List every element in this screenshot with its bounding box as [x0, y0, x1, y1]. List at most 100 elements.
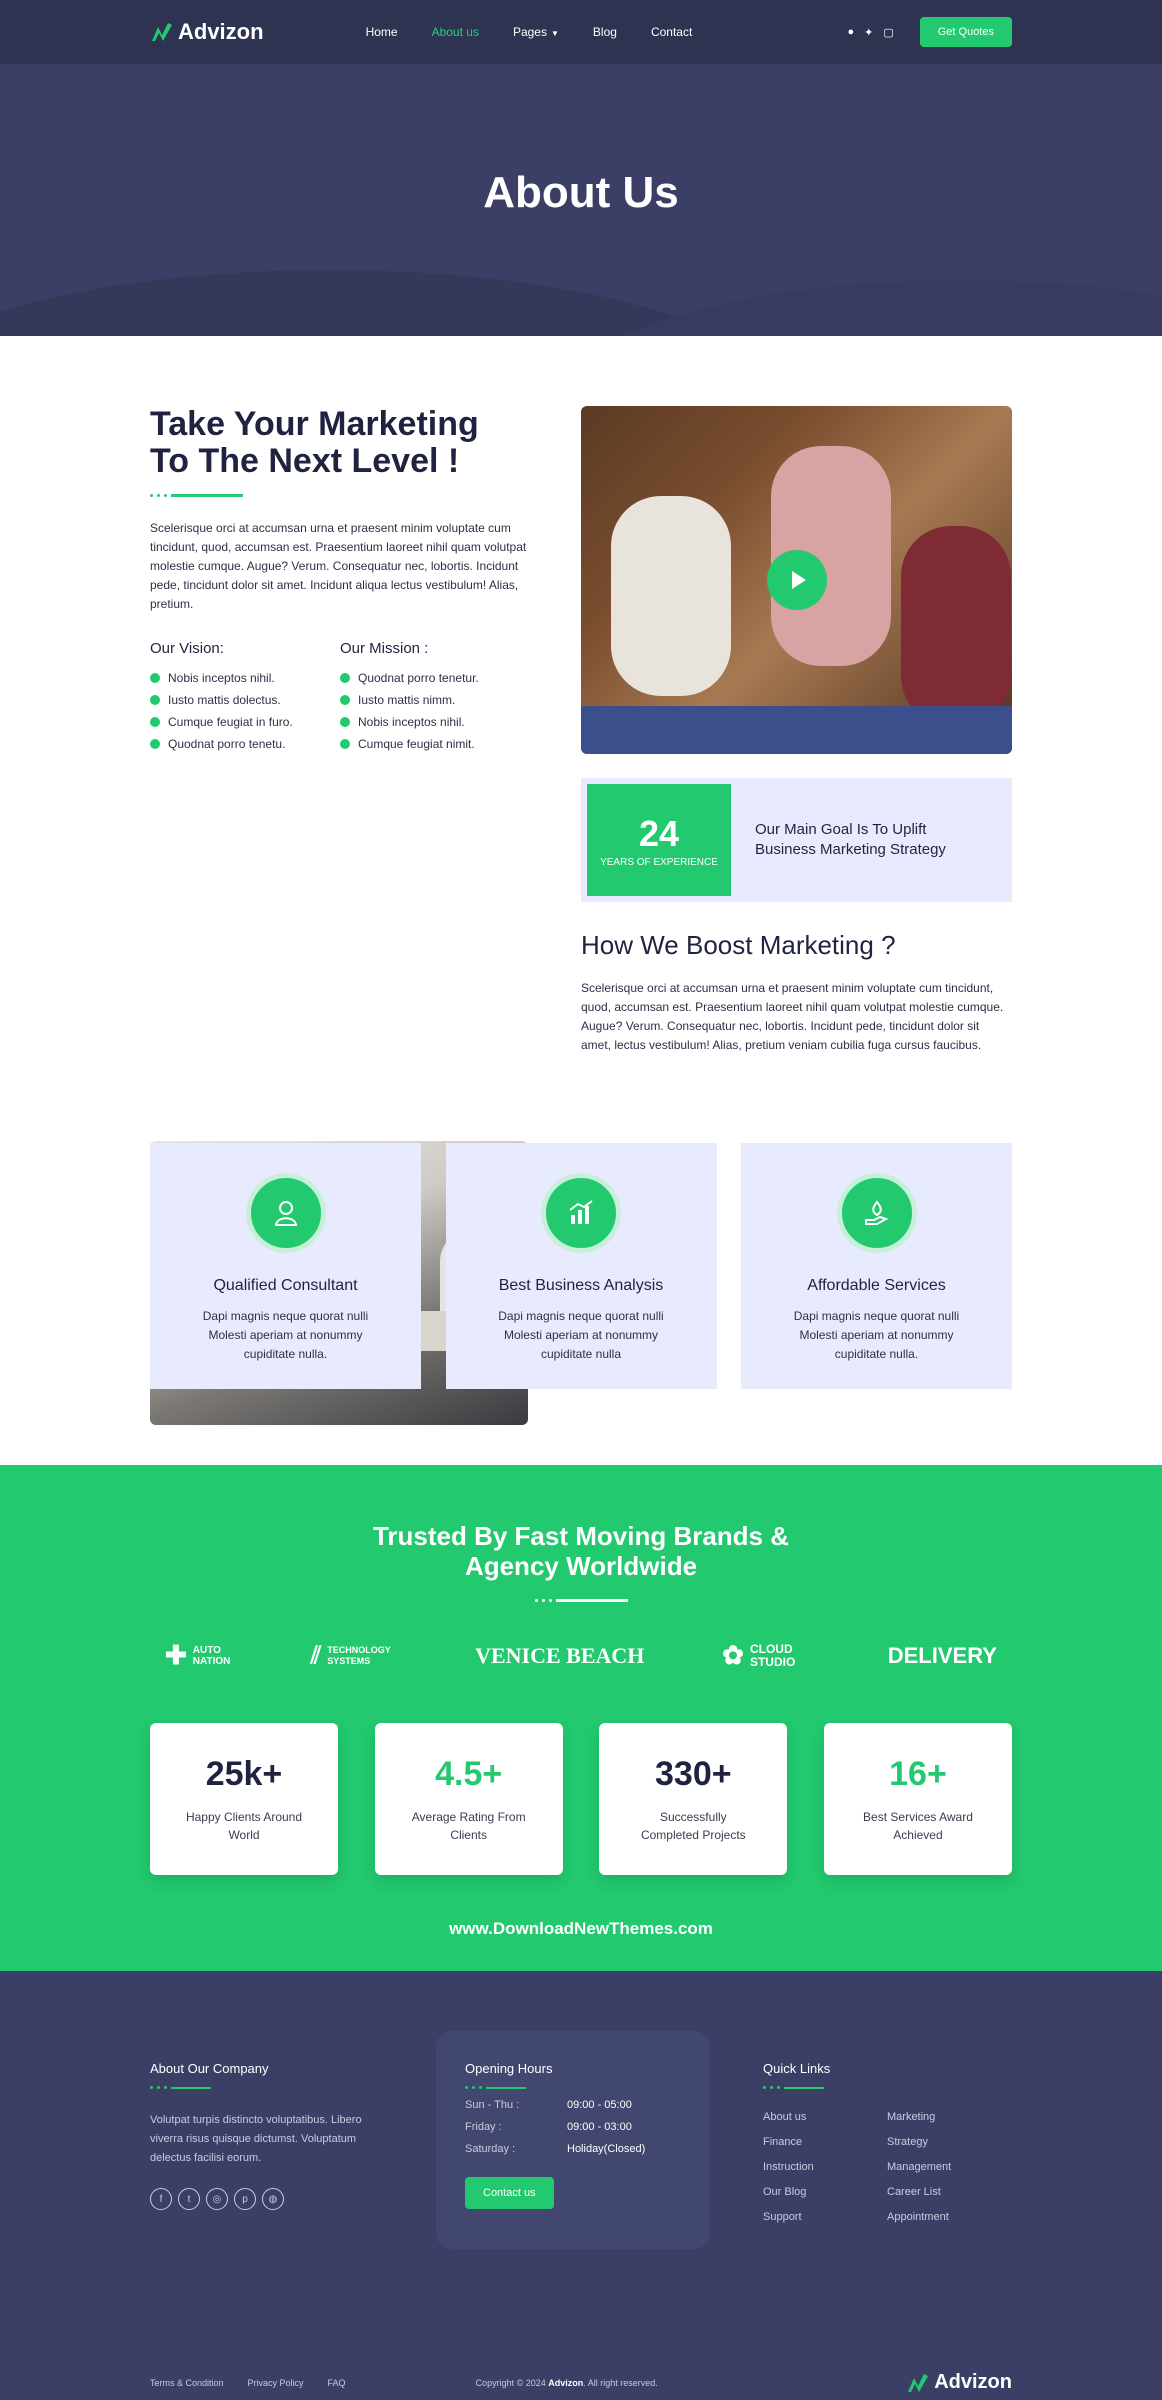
experience-box: 24 Years Of Experience Our Main Goal Is …	[581, 778, 1012, 902]
hours-row: Saturday : Holiday(Closed)	[465, 2143, 705, 2155]
footer-link[interactable]: Our Blog	[763, 2186, 887, 2198]
instagram-icon[interactable]: ▢	[883, 26, 893, 39]
list-item-text: Cumque feugiat nimit.	[358, 737, 475, 751]
about-right-column: 24 Years Of Experience Our Main Goal Is …	[581, 406, 1012, 1055]
page-title: About Us	[483, 168, 679, 217]
footer-underline	[465, 2086, 705, 2089]
nav-home[interactable]: Home	[366, 25, 398, 39]
consultant-icon	[245, 1173, 326, 1253]
heading-underline	[150, 494, 530, 497]
stat-card: 25k+ Happy Clients Around World	[150, 1723, 338, 1875]
list-item-text: Quodnat porro tenetu.	[168, 737, 286, 751]
footer-link[interactable]: Finance	[763, 2136, 887, 2148]
watermark-text: www.DownloadNewThemes.com	[449, 1919, 713, 1938]
footer-link[interactable]: Career List	[887, 2186, 1011, 2198]
trusted-underline	[0, 1599, 1162, 1602]
hours-day: Friday :	[465, 2121, 502, 2133]
facebook-icon[interactable]: ●	[847, 26, 854, 39]
nav-pages-label: Pages	[512, 25, 547, 39]
footer-link[interactable]: Marketing	[887, 2111, 1011, 2123]
instagram-icon[interactable]: ◎	[206, 2188, 228, 2210]
pinterest-icon[interactable]: p	[234, 2188, 256, 2210]
hero-banner: Advizon Home About us Pages ▼ Blog Contac…	[0, 0, 1162, 336]
brand-logos: ✚ AUTO NATION ⫽ TECHNOLOGY SYSTEMS VENIC…	[165, 1640, 997, 1671]
play-video-button[interactable]	[767, 550, 827, 610]
legal-links: Terms & Condition Privacy Policy FAQ	[150, 2378, 346, 2388]
flower-icon: ✿	[722, 1640, 744, 1670]
footer-about-title: About Our Company	[150, 2061, 269, 2076]
brand-logo: DELIVERY	[888, 1643, 997, 1669]
vision-title: Our Vision:	[150, 640, 224, 657]
stat-value: 4.5+	[435, 1755, 503, 1793]
stat-card: 4.5+ Average Rating From Clients	[374, 1723, 563, 1875]
stat-label: Average Rating From Clients	[411, 1810, 526, 1842]
stats-row: 25k+ Happy Clients Around World 4.5+ Ave…	[150, 1723, 1012, 1875]
quick-links-grid: About us Marketing Finance Strategy Inst…	[763, 2111, 1003, 2223]
list-item: Quodnat porro tenetur.	[340, 671, 530, 685]
nav-contact[interactable]: Contact	[651, 25, 692, 39]
footer-link[interactable]: Appointment	[887, 2211, 1011, 2223]
feature-card: Affordable Services Dapi magnis neque qu…	[741, 1143, 1012, 1389]
footer-link[interactable]: Instruction	[763, 2161, 887, 2173]
legal-link[interactable]: Privacy Policy	[248, 2378, 304, 2388]
check-icon	[340, 717, 350, 727]
footer-link[interactable]: Strategy	[887, 2136, 1011, 2148]
about-left-column: Take Your Marketing To The Next Level ! …	[150, 406, 530, 759]
get-quotes-button[interactable]: Get Quotes	[919, 17, 1012, 47]
legal-link[interactable]: FAQ	[328, 2378, 346, 2388]
trusted-section: Trusted By Fast Moving Brands & Agency W…	[0, 1465, 1162, 1971]
nav-pages[interactable]: Pages ▼	[513, 25, 559, 39]
site-footer: About Our Company Volutpat turpis distin…	[0, 1971, 1162, 2400]
hours-row: Friday : 09:00 - 03:00	[465, 2121, 705, 2133]
boost-paragraph: Scelerisque orci at accumsan urna et pra…	[581, 981, 1004, 1052]
nav-about[interactable]: About us	[432, 25, 479, 39]
brand-logo: ✚ AUTO NATION	[165, 1640, 233, 1671]
contact-us-button[interactable]: Contact us	[465, 2177, 554, 2209]
hours-day: Sun - Thu :	[465, 2099, 520, 2111]
list-item-text: Iusto mattis nimm.	[358, 693, 456, 707]
site-logo[interactable]: Advizon	[150, 19, 264, 45]
footer-socials: f t ◎ p ◍	[150, 2188, 390, 2210]
years-label: Years Of Experience	[600, 856, 718, 868]
footer-links: Quick Links About us Marketing Finance S…	[763, 2061, 1003, 2223]
trusted-heading-line1: Trusted By Fast Moving Brands &	[372, 1521, 790, 1551]
footer-link[interactable]: Management	[887, 2161, 1011, 2173]
footer-link[interactable]: Support	[763, 2211, 887, 2223]
twitter-icon[interactable]: ✦	[864, 26, 873, 39]
copyright-prefix: Copyright © 2024	[475, 2377, 546, 2388]
nav-blog[interactable]: Blog	[593, 25, 617, 39]
footer-bottom-bar: Terms & Condition Privacy Policy FAQ Cop…	[150, 2371, 1012, 2394]
footer-logo[interactable]: Advizon	[906, 2371, 1012, 2394]
list-item: Cumque feugiat in furo.	[150, 715, 340, 729]
check-icon	[150, 739, 160, 749]
footer-about: About Our Company Volutpat turpis distin…	[150, 2061, 390, 2210]
about-heading-line1: Take Your Marketing	[150, 405, 479, 443]
list-item: Iusto mattis dolectus.	[150, 693, 340, 707]
check-icon	[150, 695, 160, 705]
years-number: 24	[638, 812, 680, 854]
chevron-down-icon: ▼	[550, 29, 559, 38]
main-nav: Home About us Pages ▼ Blog Contact	[366, 25, 693, 39]
header-socials: ● ✦ ▢	[847, 26, 893, 39]
footer-underline	[763, 2086, 1003, 2089]
facebook-icon[interactable]: f	[150, 2188, 172, 2210]
footer-underline	[150, 2086, 390, 2089]
footer-link[interactable]: About us	[763, 2111, 887, 2123]
twitter-icon[interactable]: t	[178, 2188, 200, 2210]
mission-column: Our Mission : Quodnat porro tenetur. Ius…	[340, 640, 530, 759]
brand-name: DELIVERY	[887, 1642, 997, 1668]
list-item-text: Cumque feugiat in furo.	[168, 715, 293, 729]
legal-link[interactable]: Terms & Condition	[150, 2378, 224, 2388]
check-icon	[340, 739, 350, 749]
goal-text: Our Main Goal Is To Uplift Business Mark…	[755, 821, 946, 858]
logo-mark-icon	[152, 23, 172, 41]
dribbble-icon[interactable]: ◍	[262, 2188, 284, 2210]
feature-title: Affordable Services	[807, 1277, 946, 1294]
logo-text: Advizon	[934, 2371, 1012, 2393]
footer-links-title: Quick Links	[763, 2061, 831, 2076]
stat-value: 16+	[889, 1755, 947, 1793]
stat-label: Best Services Award Achieved	[863, 1810, 973, 1842]
hours-time: Holiday(Closed)	[567, 2143, 646, 2155]
feature-title: Best Business Analysis	[498, 1277, 664, 1294]
stripes-icon: ⫽	[310, 1641, 322, 1669]
